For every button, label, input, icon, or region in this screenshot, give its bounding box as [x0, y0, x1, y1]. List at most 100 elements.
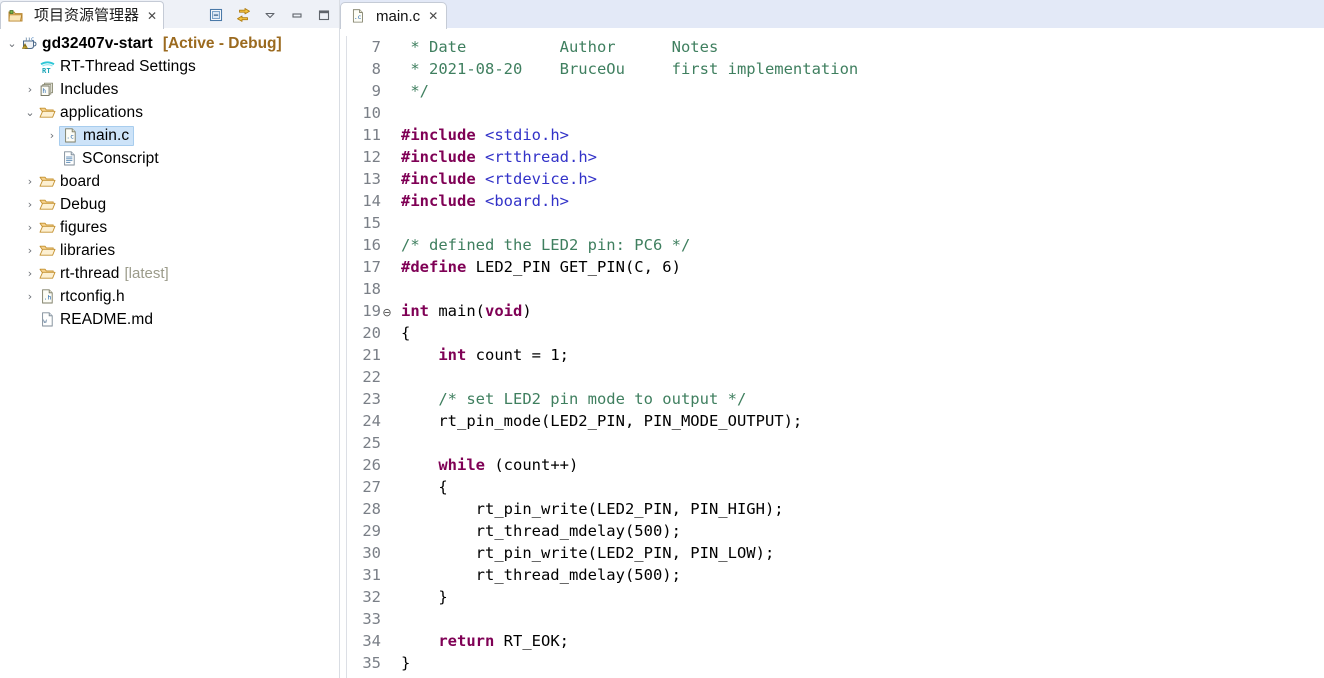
view-menu-icon[interactable]	[261, 6, 279, 24]
fold-cell[interactable]	[381, 36, 393, 58]
fold-cell[interactable]	[381, 498, 393, 520]
code-line[interactable]: /* set LED2 pin mode to output */	[401, 388, 1324, 410]
code-line[interactable]: rt_thread_mdelay(500);	[401, 520, 1324, 542]
tree-row[interactable]: › .c main.c	[0, 124, 339, 147]
fold-cell[interactable]	[381, 586, 393, 608]
code-line[interactable]: * 2021-08-20 BruceOu first implementatio…	[401, 58, 1324, 80]
fold-cell[interactable]	[381, 168, 393, 190]
code-line[interactable]: rt_pin_write(LED2_PIN, PIN_LOW);	[401, 542, 1324, 564]
code-line[interactable]	[401, 432, 1324, 454]
selected-tree-item[interactable]: .c main.c	[59, 126, 134, 146]
code-line[interactable]: */	[401, 80, 1324, 102]
fold-cell[interactable]	[381, 102, 393, 124]
code-line[interactable]: return RT_EOK;	[401, 630, 1324, 652]
fold-cell[interactable]	[381, 366, 393, 388]
code-line[interactable]: {	[401, 476, 1324, 498]
fold-cell[interactable]	[381, 124, 393, 146]
chevron-right-icon[interactable]: ›	[22, 243, 38, 259]
code-line[interactable]	[401, 608, 1324, 630]
tab-project-explorer[interactable]: 项目资源管理器 ✕	[0, 1, 164, 29]
code-line[interactable]: #include <rtdevice.h>	[401, 168, 1324, 190]
fold-cell[interactable]	[381, 388, 393, 410]
fold-cell[interactable]	[381, 476, 393, 498]
folder-open-icon	[38, 104, 56, 122]
code-line[interactable]: }	[401, 652, 1324, 674]
fold-cell[interactable]	[381, 564, 393, 586]
fold-cell[interactable]	[381, 630, 393, 652]
fold-cell[interactable]	[381, 652, 393, 674]
code-line[interactable]: #include <stdio.h>	[401, 124, 1324, 146]
minimize-icon[interactable]	[288, 6, 306, 24]
code-line[interactable]: rt_pin_write(LED2_PIN, PIN_HIGH);	[401, 498, 1324, 520]
code-line[interactable]: * Date Author Notes	[401, 36, 1324, 58]
chevron-right-icon[interactable]: ›	[22, 289, 38, 305]
code-line[interactable]	[401, 366, 1324, 388]
chevron-right-icon[interactable]: ›	[22, 82, 38, 98]
code-line[interactable]	[401, 102, 1324, 124]
fold-cell[interactable]	[381, 58, 393, 80]
fold-cell[interactable]	[381, 344, 393, 366]
tree-row[interactable]: ⌄ applications	[0, 101, 339, 124]
folding-gutter[interactable]: ⊖	[381, 36, 393, 678]
fold-cell[interactable]	[381, 190, 393, 212]
chevron-down-icon[interactable]: ⌄	[4, 36, 20, 52]
fold-cell[interactable]	[381, 322, 393, 344]
tree-row[interactable]: › libraries	[0, 239, 339, 262]
fold-cell[interactable]	[381, 212, 393, 234]
tab-main-c[interactable]: .c main.c ✕	[340, 2, 447, 29]
code-line[interactable]: int count = 1;	[401, 344, 1324, 366]
tree-row[interactable]: ⌄ c gd32407v-start [Active - Debug]	[0, 32, 339, 55]
tree-row[interactable]: › .h rtconfig.h	[0, 285, 339, 308]
fold-cell[interactable]	[381, 80, 393, 102]
fold-cell[interactable]	[381, 520, 393, 542]
code-line[interactable]: {	[401, 322, 1324, 344]
tree-row[interactable]: › RT RT-Thread Settings	[0, 55, 339, 78]
tree-row[interactable]: › board	[0, 170, 339, 193]
fold-cell[interactable]	[381, 454, 393, 476]
chevron-down-icon[interactable]: ⌄	[22, 105, 38, 121]
tree-row[interactable]: › rt-thread [latest]	[0, 262, 339, 285]
fold-cell[interactable]: ⊖	[381, 300, 393, 322]
editor-area: .c main.c ✕ 7891011121314151617181920212…	[340, 0, 1324, 678]
tree-row[interactable]: › Debug	[0, 193, 339, 216]
code-line[interactable]	[401, 278, 1324, 300]
maximize-icon[interactable]	[315, 6, 333, 24]
close-icon[interactable]: ✕	[428, 10, 438, 22]
code-line[interactable]: while (count++)	[401, 454, 1324, 476]
code-line[interactable]: #include <rtthread.h>	[401, 146, 1324, 168]
code-line[interactable]	[401, 212, 1324, 234]
chevron-right-icon[interactable]: ›	[22, 266, 38, 282]
editor-tab-label: main.c	[376, 8, 420, 25]
code-line[interactable]: #include <board.h>	[401, 190, 1324, 212]
fold-collapse-icon[interactable]: ⊖	[382, 308, 393, 319]
project-tree[interactable]: ⌄ c gd32407v-start [Active - Debug]	[0, 28, 339, 331]
close-icon[interactable]: ✕	[147, 10, 157, 22]
chevron-right-icon[interactable]: ›	[22, 174, 38, 190]
fold-cell[interactable]	[381, 410, 393, 432]
code-line[interactable]: /* defined the LED2 pin: PC6 */	[401, 234, 1324, 256]
collapse-all-icon[interactable]	[207, 6, 225, 24]
tree-row[interactable]: › w README.md	[0, 308, 339, 331]
fold-cell[interactable]	[381, 146, 393, 168]
code-editor[interactable]: 7891011121314151617181920212223242526272…	[340, 28, 1324, 678]
code-line[interactable]: }	[401, 586, 1324, 608]
fold-cell[interactable]	[381, 278, 393, 300]
chevron-right-icon[interactable]: ›	[22, 220, 38, 236]
code-line[interactable]: int main(void)	[401, 300, 1324, 322]
code-line[interactable]: #define LED2_PIN GET_PIN(C, 6)	[401, 256, 1324, 278]
fold-cell[interactable]	[381, 234, 393, 256]
link-with-editor-icon[interactable]	[234, 6, 252, 24]
tree-row[interactable]: › h Includes	[0, 78, 339, 101]
tree-row[interactable]: › SConscript	[0, 147, 339, 170]
code-line[interactable]: rt_thread_mdelay(500);	[401, 564, 1324, 586]
fold-cell[interactable]	[381, 432, 393, 454]
tree-row[interactable]: › figures	[0, 216, 339, 239]
chevron-right-icon[interactable]: ›	[22, 197, 38, 213]
chevron-right-icon[interactable]: ›	[44, 128, 60, 144]
fold-cell[interactable]	[381, 608, 393, 630]
fold-cell[interactable]	[381, 256, 393, 278]
code-content[interactable]: 7891011121314151617181920212223242526272…	[347, 36, 1324, 678]
code-line[interactable]: rt_pin_mode(LED2_PIN, PIN_MODE_OUTPUT);	[401, 410, 1324, 432]
fold-cell[interactable]	[381, 542, 393, 564]
source-text[interactable]: * Date Author Notes * 2021-08-20 BruceOu…	[393, 36, 1324, 678]
